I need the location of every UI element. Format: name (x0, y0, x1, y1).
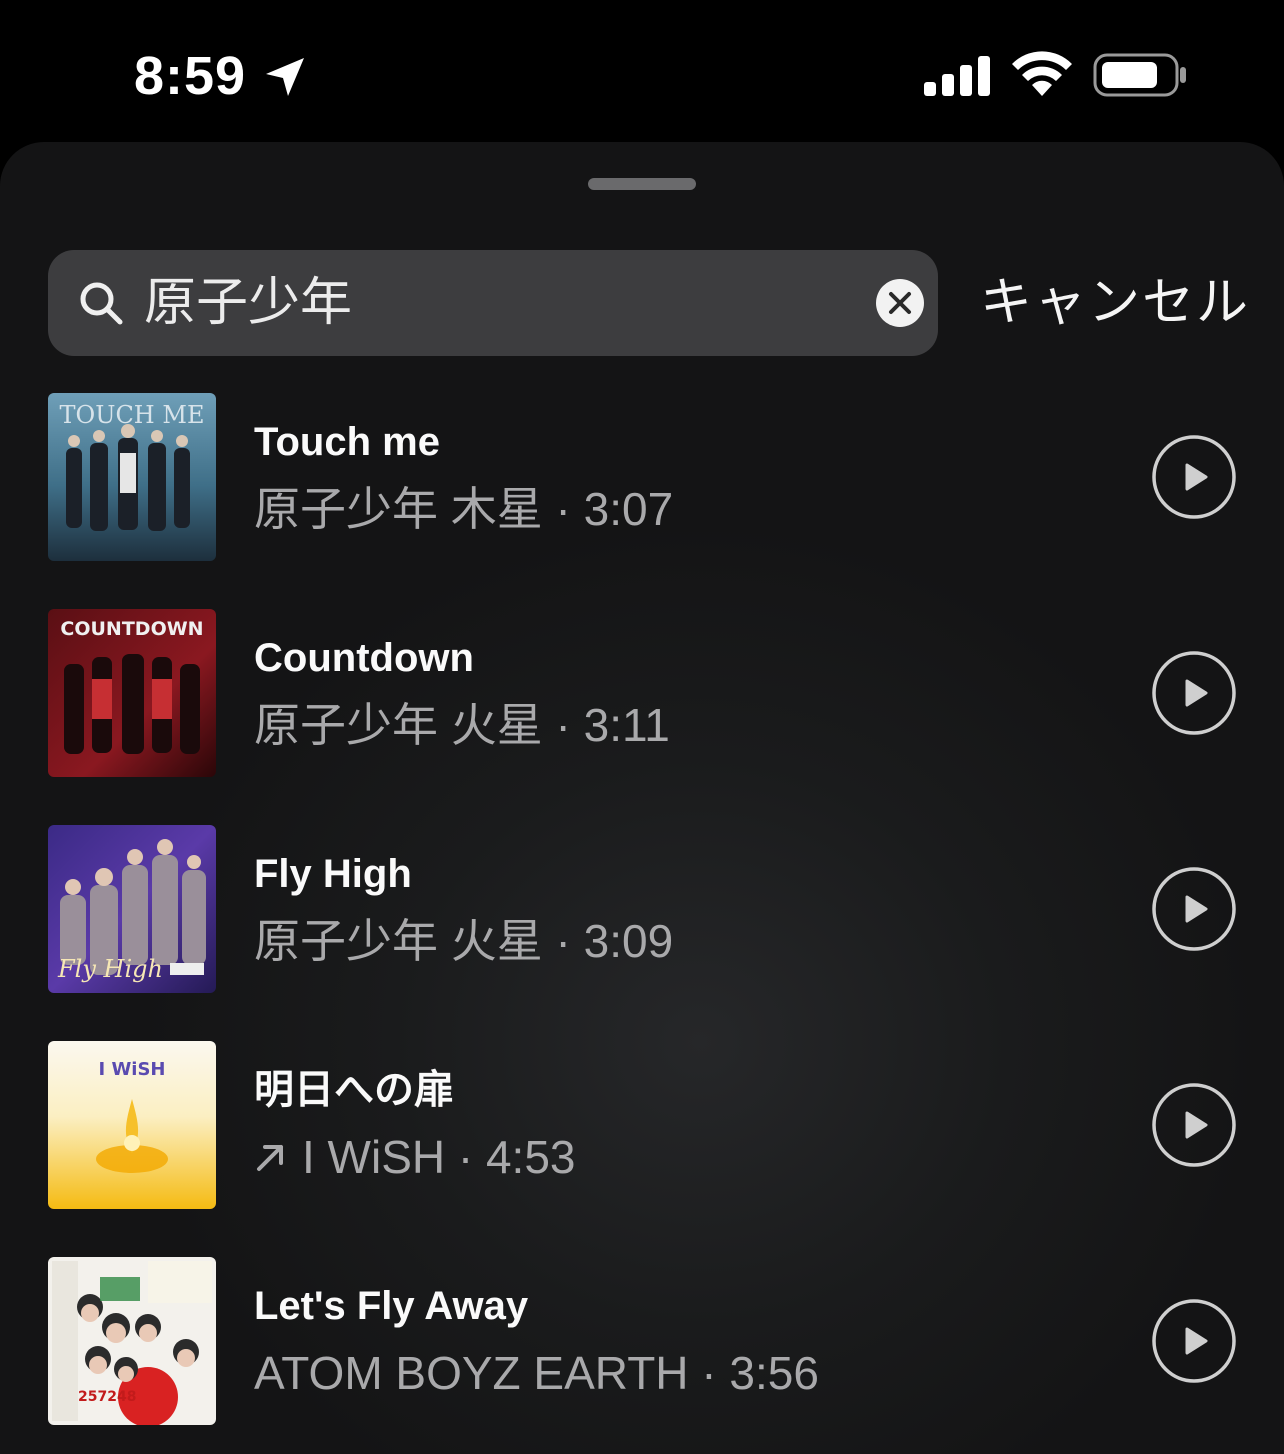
song-row-countdown[interactable]: COUNTDOWN Countdown 原子少年 火星 · 3:11 (0, 609, 1284, 779)
sheet-grabber[interactable] (588, 178, 696, 190)
album-art: Fly High (48, 825, 216, 993)
album-art-text: TOUCH ME (60, 401, 205, 429)
song-title: Countdown (254, 636, 474, 680)
close-icon (889, 292, 911, 314)
song-row-touch-me[interactable]: TOUCH ME Touch me 原子少年 木星 · 3:07 (0, 393, 1284, 563)
song-title: Touch me (254, 420, 440, 464)
search-query-text[interactable]: 原子少年 (144, 268, 352, 338)
play-preview-button[interactable] (1152, 1299, 1236, 1383)
album-art-text: I WiSH (98, 1059, 165, 1080)
play-icon (1185, 1111, 1208, 1139)
song-artist-duration-text: I WiSH · 4:53 (302, 1131, 576, 1183)
play-icon (1185, 1327, 1208, 1355)
play-preview-button[interactable] (1152, 435, 1236, 519)
search-icon (80, 282, 123, 325)
song-title: Let's Fly Away (254, 1284, 529, 1328)
album-art: TOUCH ME (48, 393, 216, 561)
trending-arrow-icon (257, 1144, 283, 1171)
play-icon (1185, 679, 1208, 707)
album-art-text: 257248 (78, 1389, 136, 1405)
cellular-signal-icon (924, 56, 990, 96)
battery-icon (1093, 53, 1186, 97)
album-art: COUNTDOWN (48, 609, 216, 777)
song-artist-duration: I WiSH · 4:53 (254, 1129, 576, 1185)
album-art-text: COUNTDOWN (60, 618, 203, 640)
play-preview-button[interactable] (1152, 867, 1236, 951)
song-title: Fly High (254, 852, 412, 896)
music-search-sheet: 原子少年 キャンセル TOUCH ME Touch me 原子少年 木星 · 3… (0, 142, 1284, 1454)
song-row-fly-high[interactable]: Fly High Fly High 原子少年 火星 · 3:09 (0, 825, 1284, 995)
status-time: 8:59 (134, 46, 247, 106)
song-artist-duration: 原子少年 火星 · 3:09 (254, 915, 674, 967)
song-artist-duration: 原子少年 木星 · 3:07 (254, 483, 674, 535)
album-art: I WiSH (48, 1041, 216, 1209)
cancel-button[interactable]: キャンセル (980, 268, 1250, 338)
song-artist-duration: ATOM BOYZ EARTH · 3:56 (254, 1347, 819, 1399)
song-row-lets-fly-away[interactable]: 257248 Let's Fly Away ATOM BOYZ EARTH · … (0, 1257, 1284, 1427)
song-artist-duration: 原子少年 火星 · 3:11 (254, 699, 670, 751)
clear-search-button[interactable] (876, 279, 924, 327)
location-arrow-icon (266, 58, 304, 96)
status-bar: 8:59 (0, 0, 1284, 140)
play-icon (1185, 895, 1208, 923)
play-preview-button[interactable] (1152, 1083, 1236, 1167)
play-preview-button[interactable] (1152, 651, 1236, 735)
song-row-ashita-e-no-tobira[interactable]: I WiSH 明日への扉 I WiSH · 4:53 (0, 1041, 1284, 1211)
wifi-icon (1012, 51, 1072, 96)
album-art-text: Fly High (57, 955, 163, 983)
play-icon (1185, 463, 1208, 491)
song-title: 明日への扉 (254, 1068, 454, 1112)
album-art: 257248 (48, 1257, 216, 1425)
